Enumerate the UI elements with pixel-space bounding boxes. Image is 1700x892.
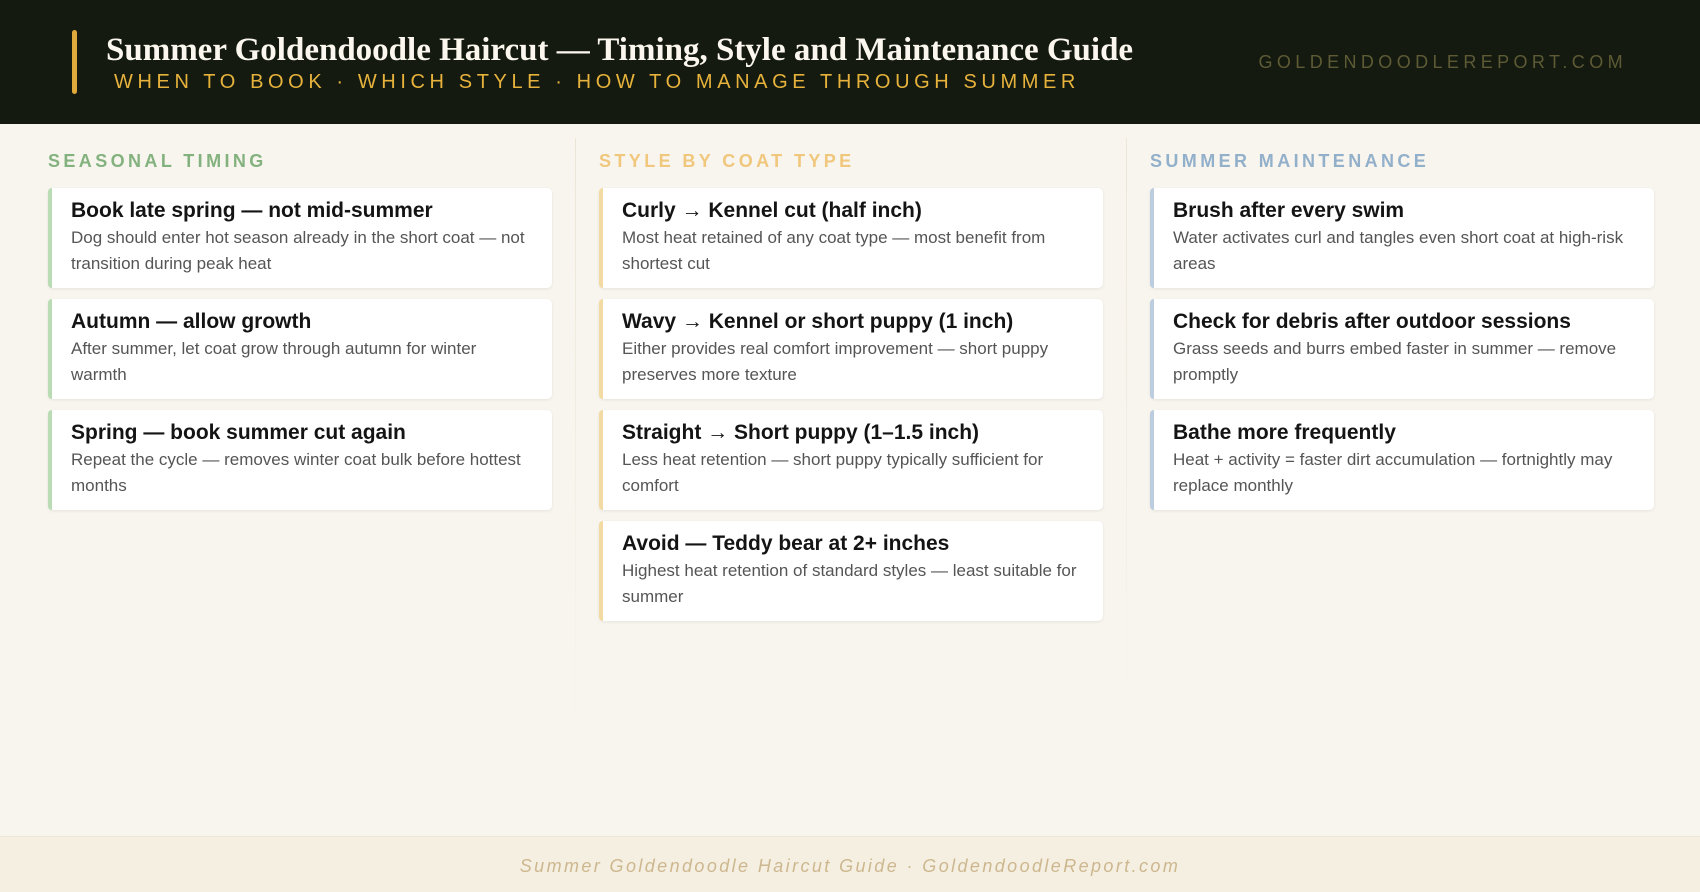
card-description: Dog should enter hot season already in t… (71, 228, 525, 273)
header-accent-bar (72, 30, 77, 94)
guide-card: Bathe more frequently Heat + activity = … (1150, 410, 1654, 510)
card-description: Grass seeds and burrs embed faster in su… (1173, 339, 1617, 384)
card-description: Heat + activity = faster dirt accumulati… (1173, 450, 1613, 495)
card-title: Avoid — Teddy bear at 2+ inches (622, 532, 950, 555)
card-title: Straight → Short puppy (1–1.5 inch) (622, 421, 980, 444)
column-divider (575, 138, 576, 738)
page-title: Summer Goldendoodle Haircut — Timing, St… (106, 32, 1134, 68)
card-title: Brush after every swim (1173, 199, 1405, 222)
guide-card: Spring — book summer cut again Repeat th… (48, 410, 552, 510)
card-title: Spring — book summer cut again (71, 421, 406, 444)
summer-maintenance-column: SUMMER MAINTENANCE Brush after every swi… (1150, 150, 1654, 521)
card-description: Highest heat retention of standard style… (622, 561, 1077, 606)
card-title: Book late spring — not mid-summer (71, 199, 433, 222)
card-title: Autumn — allow growth (71, 310, 312, 333)
page-header: Summer Goldendoodle Haircut — Timing, St… (0, 0, 1700, 124)
column-divider (1126, 138, 1127, 738)
page-footer: Summer Goldendoodle Haircut Guide · Gold… (0, 836, 1700, 892)
guide-card: Curly → Kennel cut (half inch) Most heat… (599, 188, 1103, 288)
site-name: GOLDENDOODLEREPORT.COM (1258, 52, 1627, 72)
card-description: Less heat retention — short puppy typica… (622, 450, 1044, 495)
card-description: After summer, let coat grow through autu… (71, 339, 477, 384)
card-title: Check for debris after outdoor sessions (1173, 310, 1571, 333)
guide-card: Book late spring — not mid-summer Dog sh… (48, 188, 552, 288)
guide-card: Check for debris after outdoor sessions … (1150, 299, 1654, 399)
guide-card: Wavy → Kennel or short puppy (1 inch) Ei… (599, 299, 1103, 399)
card-description: Most heat retained of any coat type — mo… (622, 228, 1046, 273)
card-description: Repeat the cycle — removes winter coat b… (71, 450, 521, 495)
style-by-coat-column: STYLE BY COAT TYPE Curly → Kennel cut (h… (599, 150, 1103, 632)
guide-card: Straight → Short puppy (1–1.5 inch) Less… (599, 410, 1103, 510)
card-description: Either provides real comfort improvement… (622, 339, 1049, 384)
column-heading: STYLE BY COAT TYPE (599, 151, 855, 171)
footer-text: Summer Goldendoodle Haircut Guide · Gold… (519, 856, 1181, 876)
card-title: Wavy → Kennel or short puppy (1 inch) (622, 310, 1014, 333)
guide-card: Autumn — allow growth After summer, let … (48, 299, 552, 399)
card-description: Water activates curl and tangles even sh… (1173, 228, 1624, 273)
page-subtitle: WHEN TO BOOK · WHICH STYLE · HOW TO MANA… (114, 71, 1080, 93)
column-heading: SUMMER MAINTENANCE (1150, 151, 1430, 171)
guide-card: Avoid — Teddy bear at 2+ inches Highest … (599, 521, 1103, 621)
guide-card: Brush after every swim Water activates c… (1150, 188, 1654, 288)
card-title: Curly → Kennel cut (half inch) (622, 199, 922, 222)
seasonal-timing-column: SEASONAL TIMING Book late spring — not m… (48, 150, 552, 521)
column-heading: SEASONAL TIMING (48, 151, 267, 171)
card-title: Bathe more frequently (1173, 421, 1396, 444)
